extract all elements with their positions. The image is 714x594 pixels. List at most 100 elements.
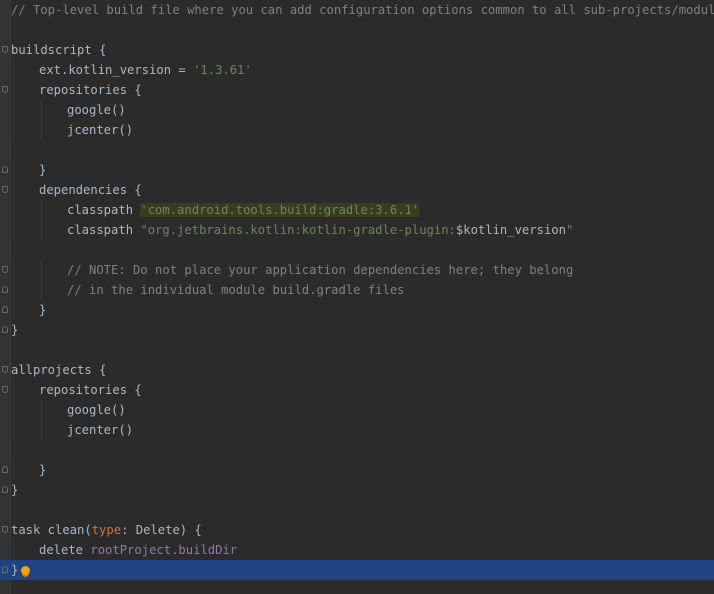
- indent-guide: [13, 220, 14, 240]
- fold-end-icon[interactable]: [2, 306, 8, 313]
- fold-start-icon[interactable]: [2, 366, 8, 373]
- code-line[interactable]: }: [0, 320, 714, 340]
- code-line[interactable]: dependencies {: [0, 180, 714, 200]
- code-token: ": [565, 223, 574, 237]
- indent-guide: [13, 260, 14, 280]
- code-line[interactable]: [0, 440, 714, 460]
- code-token: delete: [39, 543, 91, 557]
- fold-start-icon[interactable]: [2, 266, 8, 273]
- code-token: task clean(: [11, 523, 92, 537]
- fold-end-icon[interactable]: [2, 566, 8, 573]
- fold-start-icon[interactable]: [2, 46, 8, 53]
- fold-start-icon[interactable]: [2, 86, 8, 93]
- code-line[interactable]: classpath 'com.android.tools.build:gradl…: [0, 200, 714, 220]
- code-token: repositories {: [39, 383, 142, 397]
- indent-guide: [13, 300, 14, 320]
- code-line[interactable]: classpath "org.jetbrains.kotlin:kotlin-g…: [0, 220, 714, 240]
- code-token: }: [11, 483, 19, 497]
- code-token: google(): [67, 103, 126, 117]
- code-text: // Top-level build file where you can ad…: [11, 0, 714, 20]
- code-line[interactable]: google(): [0, 100, 714, 120]
- indent-guide: [13, 120, 14, 140]
- indent-guide: [13, 180, 14, 200]
- code-line[interactable]: [0, 140, 714, 160]
- code-text: }: [39, 460, 46, 480]
- code-line[interactable]: // in the individual module build.gradle…: [0, 280, 714, 300]
- code-text: task clean(type: Delete) {: [11, 520, 202, 540]
- code-token: ext.kotlin_version =: [39, 63, 194, 77]
- indent-guide: [41, 220, 42, 240]
- code-line[interactable]: buildscript {: [0, 40, 714, 60]
- indent-guide: [41, 420, 42, 440]
- code-line[interactable]: }: [0, 160, 714, 180]
- code-line[interactable]: jcenter(): [0, 420, 714, 440]
- code-line[interactable]: jcenter(): [0, 120, 714, 140]
- code-text: }: [39, 160, 46, 180]
- code-token: repositories {: [39, 83, 142, 97]
- indent-guide: [41, 260, 42, 280]
- code-text: }: [11, 480, 18, 500]
- code-token: jcenter(): [67, 123, 134, 137]
- code-line[interactable]: [0, 240, 714, 260]
- code-token: '1.3.61': [193, 63, 252, 77]
- code-line[interactable]: }: [0, 460, 714, 480]
- code-token: buildscript {: [11, 43, 107, 57]
- fold-end-icon[interactable]: [2, 166, 8, 173]
- code-area[interactable]: // Top-level build file where you can ad…: [0, 0, 714, 580]
- code-token: // NOTE: Do not place your application d…: [67, 263, 574, 277]
- code-line[interactable]: }: [0, 560, 714, 580]
- code-token: }: [39, 303, 47, 317]
- code-line[interactable]: allprojects {: [0, 360, 714, 380]
- code-line[interactable]: google(): [0, 400, 714, 420]
- code-token: allprojects {: [11, 363, 107, 377]
- indent-guide: [13, 540, 14, 560]
- code-line[interactable]: ext.kotlin_version = '1.3.61': [0, 60, 714, 80]
- code-token: "org.jetbrains.kotlin:kotlin-gradle-plug…: [140, 223, 456, 237]
- code-line[interactable]: repositories {: [0, 80, 714, 100]
- code-token: $kotlin_version: [455, 223, 566, 237]
- fold-start-icon[interactable]: [2, 386, 8, 393]
- code-token: google(): [67, 403, 126, 417]
- code-text: repositories {: [39, 80, 142, 100]
- code-token: type: [91, 523, 122, 537]
- fold-end-icon[interactable]: [2, 466, 8, 473]
- code-token: jcenter(): [67, 423, 134, 437]
- code-token: .buildDir: [171, 543, 238, 557]
- code-line[interactable]: [0, 500, 714, 520]
- code-text: jcenter(): [67, 120, 133, 140]
- indent-guide: [13, 420, 14, 440]
- code-line[interactable]: // Top-level build file where you can ad…: [0, 0, 714, 20]
- code-text: // NOTE: Do not place your application d…: [67, 260, 573, 280]
- code-text: buildscript {: [11, 40, 106, 60]
- code-text: }: [11, 320, 18, 340]
- code-editor[interactable]: // Top-level build file where you can ad…: [0, 0, 714, 594]
- code-token: classpath: [67, 223, 141, 237]
- indent-guide: [41, 100, 42, 120]
- code-token: // Top-level build file where you can ad…: [11, 3, 714, 17]
- intention-bulb-icon[interactable]: [21, 566, 31, 575]
- fold-end-icon[interactable]: [2, 286, 8, 293]
- indent-guide: [13, 380, 14, 400]
- fold-end-icon[interactable]: [2, 486, 8, 493]
- code-text: delete rootProject.buildDir: [39, 540, 237, 560]
- code-token: : Delete) {: [121, 523, 202, 537]
- code-text: allprojects {: [11, 360, 106, 380]
- code-text: repositories {: [39, 380, 142, 400]
- code-line[interactable]: }: [0, 480, 714, 500]
- code-line[interactable]: // NOTE: Do not place your application d…: [0, 260, 714, 280]
- code-text: google(): [67, 400, 126, 420]
- fold-start-icon[interactable]: [2, 526, 8, 533]
- code-line[interactable]: }: [0, 300, 714, 320]
- fold-end-icon[interactable]: [2, 326, 8, 333]
- code-line[interactable]: task clean(type: Delete) {: [0, 520, 714, 540]
- code-text: classpath 'com.android.tools.build:gradl…: [67, 200, 420, 220]
- fold-start-icon[interactable]: [2, 186, 8, 193]
- indent-guide: [13, 80, 14, 100]
- code-line[interactable]: delete rootProject.buildDir: [0, 540, 714, 560]
- code-token: }: [39, 463, 47, 477]
- code-line[interactable]: [0, 340, 714, 360]
- code-line[interactable]: [0, 20, 714, 40]
- code-line[interactable]: repositories {: [0, 380, 714, 400]
- code-text: }: [11, 560, 31, 580]
- indent-guide: [13, 460, 14, 480]
